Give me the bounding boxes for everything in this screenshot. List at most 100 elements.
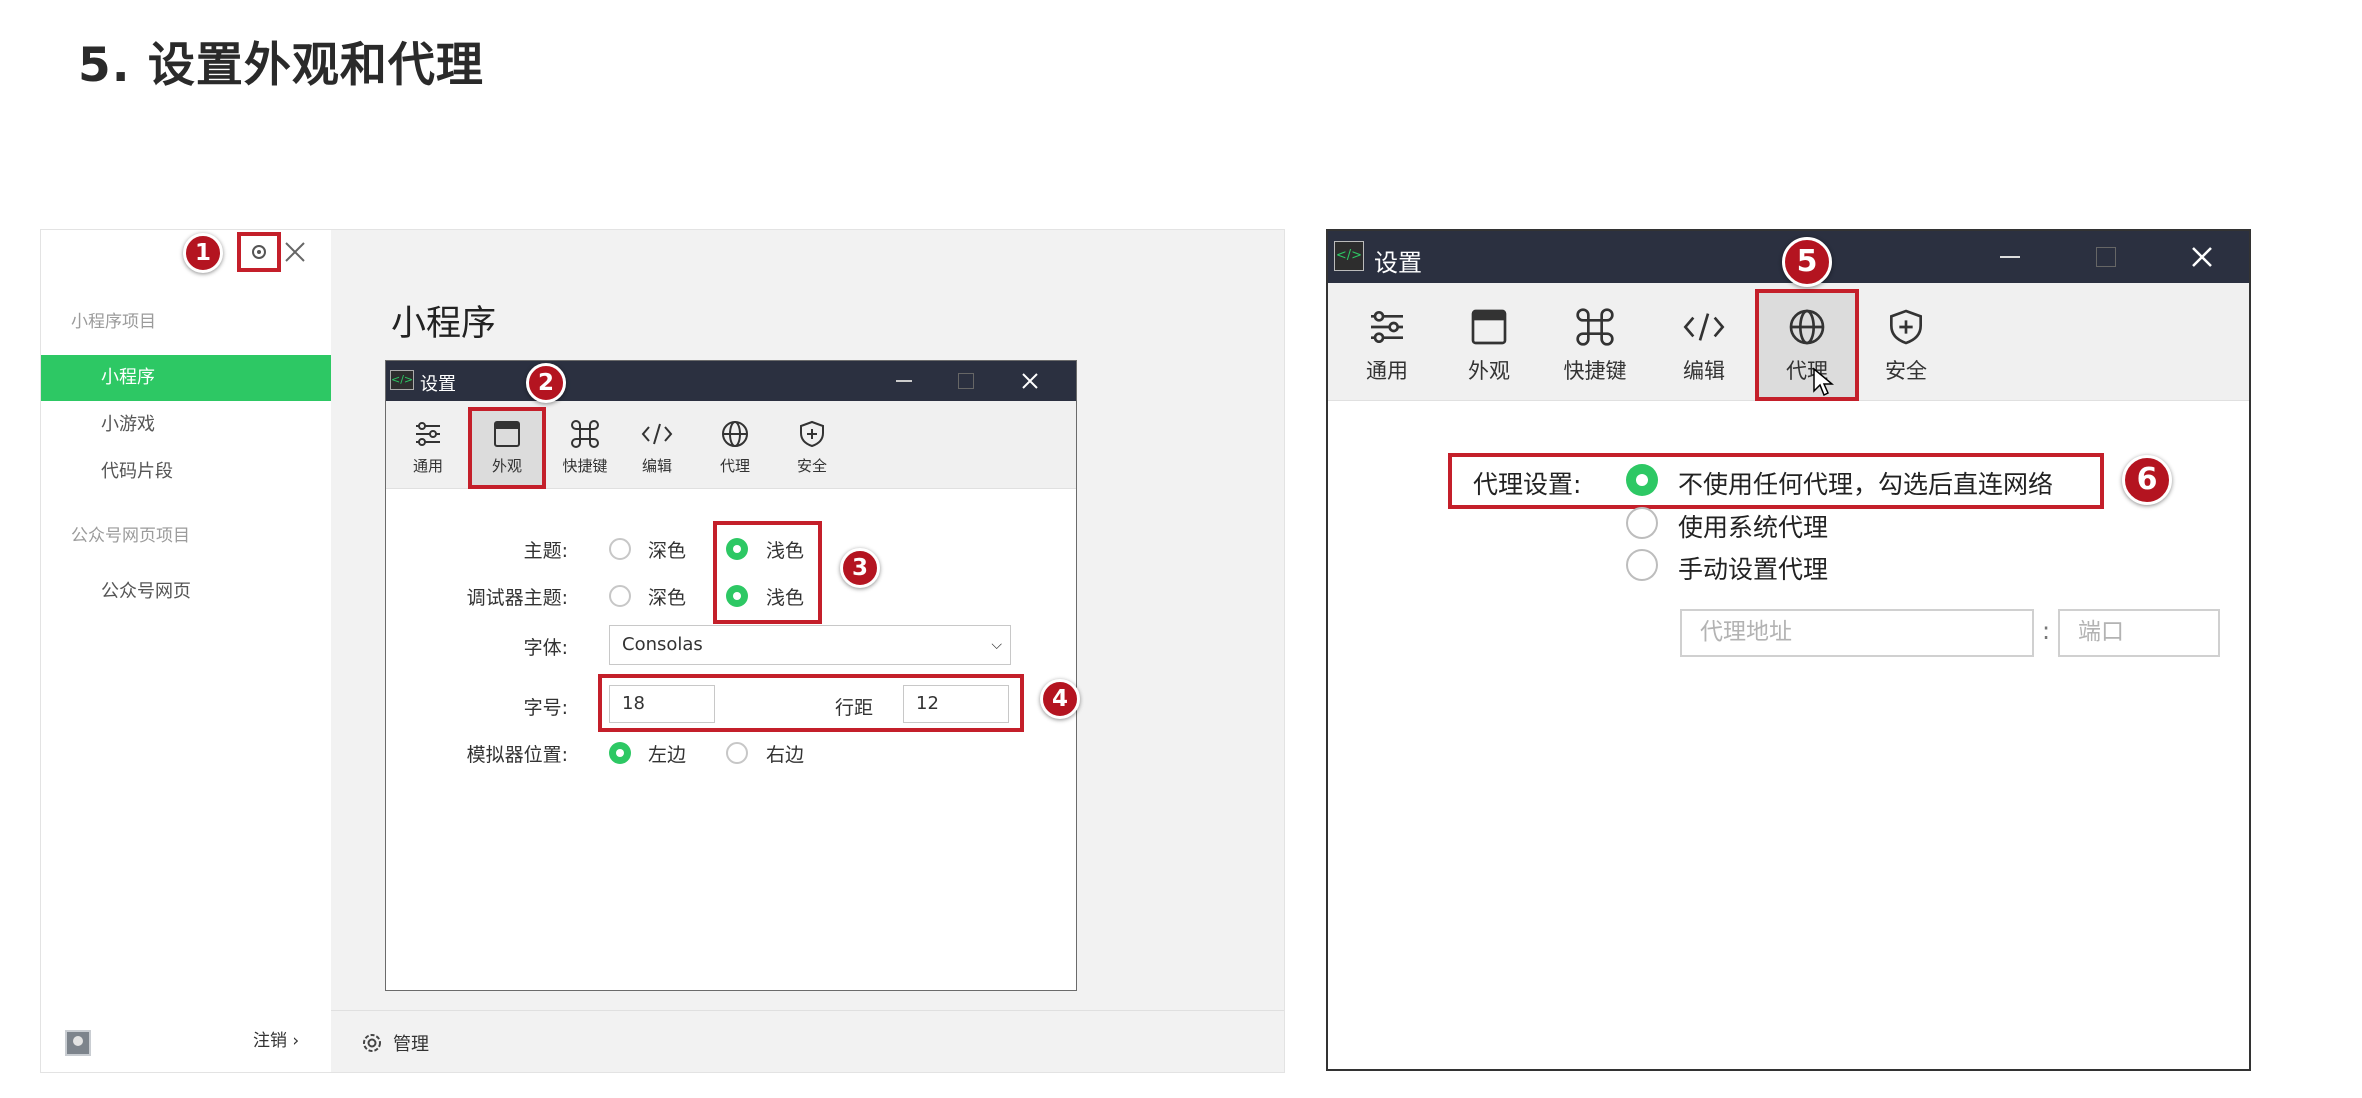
sidebar: 1 小程序项目 小程序 小游戏 代码片段 公众号网页项目 公众号网页 注销 › bbox=[41, 230, 331, 1072]
font-size-label: 字号: bbox=[523, 697, 568, 719]
proxy-port-input[interactable]: 端口 bbox=[2058, 609, 2220, 657]
tab-label: 外观 bbox=[491, 457, 522, 475]
tab-label: 编辑 bbox=[1683, 359, 1725, 383]
tab-general[interactable]: 通用 bbox=[1346, 307, 1428, 385]
globe-icon bbox=[722, 421, 748, 447]
debugger-dark-radio[interactable] bbox=[609, 585, 631, 607]
tab-label: 安全 bbox=[796, 457, 827, 475]
devtools-window: 1 小程序项目 小程序 小游戏 代码片段 公众号网页项目 公众号网页 注销 › … bbox=[40, 229, 1285, 1073]
main-title: 小程序 bbox=[391, 304, 497, 344]
step-badge-2: 2 bbox=[526, 363, 566, 403]
tab-label: 外观 bbox=[1468, 359, 1510, 383]
code-icon bbox=[1683, 313, 1725, 341]
font-label: 字体: bbox=[523, 637, 568, 659]
tab-appearance[interactable]: 外观 bbox=[1448, 307, 1530, 385]
tab-security[interactable]: 安全 bbox=[782, 419, 842, 476]
simulator-left-radio[interactable] bbox=[609, 742, 631, 764]
tab-label: 通用 bbox=[412, 457, 443, 475]
tab-label: 快捷键 bbox=[562, 457, 608, 475]
sidebar-item-miniprogram[interactable]: 小程序 bbox=[41, 355, 331, 401]
tab-label: 通用 bbox=[1366, 359, 1408, 383]
settings-toolbar: 通用 外观 快捷键 编辑 代理 安全 bbox=[1328, 283, 2249, 401]
window-icon bbox=[494, 421, 520, 447]
step-badge-3: 3 bbox=[840, 548, 880, 588]
theme-label: 主题: bbox=[523, 540, 568, 562]
settings-dialog: </> 设置 通用 外观 快捷键 编辑 代理 安全 2 主题: 深色 浅色 调试… bbox=[385, 360, 1080, 991]
system-proxy-radio[interactable] bbox=[1626, 507, 1658, 539]
avatar[interactable] bbox=[65, 1030, 91, 1056]
manage-link[interactable]: 管理 bbox=[393, 1030, 429, 1056]
window-icon bbox=[1471, 309, 1507, 345]
close-icon[interactable] bbox=[1020, 371, 1040, 391]
gear-icon[interactable] bbox=[249, 242, 269, 262]
sidebar-item-official-account-web[interactable]: 公众号网页 bbox=[41, 569, 331, 615]
page-heading: 5. 设置外观和代理 bbox=[78, 38, 484, 93]
step-badge-5: 5 bbox=[1782, 237, 1832, 287]
app-logo-icon: </> bbox=[1334, 241, 1364, 271]
no-proxy-radio[interactable] bbox=[1626, 464, 1658, 496]
cursor-icon bbox=[1812, 367, 1835, 397]
debugger-dark-label: 深色 bbox=[648, 587, 687, 609]
tab-proxy[interactable]: 代理 bbox=[705, 419, 765, 476]
footer-divider bbox=[331, 1010, 1284, 1011]
chevron-down-icon: ⌵ bbox=[991, 637, 1002, 653]
command-key-icon bbox=[1576, 308, 1614, 346]
tab-proxy[interactable]: 代理 bbox=[1766, 307, 1848, 385]
tab-general[interactable]: 通用 bbox=[398, 419, 458, 476]
tab-label: 编辑 bbox=[641, 457, 672, 475]
step-badge-1: 1 bbox=[183, 233, 223, 273]
section-miniprogram-projects: 小程序项目 bbox=[71, 312, 156, 332]
theme-dark-label: 深色 bbox=[648, 540, 687, 562]
tab-label: 代理 bbox=[1786, 359, 1828, 383]
section-official-account-projects: 公众号网页项目 bbox=[71, 526, 190, 546]
tab-label: 快捷键 bbox=[1563, 359, 1627, 383]
colon-separator: : bbox=[2042, 617, 2051, 645]
tab-label: 代理 bbox=[719, 457, 750, 475]
sliders-icon bbox=[416, 422, 440, 446]
tab-appearance[interactable]: 外观 bbox=[477, 419, 537, 476]
code-icon bbox=[641, 423, 673, 445]
theme-dark-radio[interactable] bbox=[609, 538, 631, 560]
minimize-button[interactable] bbox=[2000, 256, 2020, 258]
dialog-title: 设置 bbox=[1374, 249, 1422, 277]
app-logo-icon: </> bbox=[390, 370, 414, 390]
sidebar-item-code-snippet[interactable]: 代码片段 bbox=[41, 449, 331, 495]
tab-security[interactable]: 安全 bbox=[1865, 307, 1947, 385]
close-icon[interactable] bbox=[2190, 245, 2214, 269]
manual-proxy-radio[interactable] bbox=[1626, 549, 1658, 581]
simulator-left-label: 左边 bbox=[648, 744, 687, 766]
command-key-icon bbox=[571, 420, 599, 448]
globe-icon bbox=[1789, 309, 1825, 345]
simulator-right-radio[interactable] bbox=[726, 742, 748, 764]
manual-proxy-label: 手动设置代理 bbox=[1678, 555, 1829, 584]
font-select-value: Consolas bbox=[622, 634, 703, 655]
theme-highlight bbox=[713, 521, 822, 624]
tab-editor[interactable]: 编辑 bbox=[627, 419, 687, 476]
step-badge-6: 6 bbox=[2122, 455, 2172, 505]
step-badge-4: 4 bbox=[1040, 679, 1080, 719]
system-proxy-label: 使用系统代理 bbox=[1678, 513, 1829, 542]
shield-icon bbox=[800, 420, 824, 448]
logout-link[interactable]: 注销 › bbox=[253, 1026, 299, 1051]
tab-label: 安全 bbox=[1885, 359, 1927, 383]
minimize-button[interactable] bbox=[896, 380, 912, 382]
tab-shortcuts[interactable]: 快捷键 bbox=[1545, 307, 1645, 385]
close-icon[interactable] bbox=[284, 241, 306, 263]
tab-shortcuts[interactable]: 快捷键 bbox=[549, 419, 621, 476]
sliders-icon bbox=[1371, 311, 1403, 343]
shield-icon bbox=[1890, 309, 1922, 345]
maximize-button[interactable] bbox=[2096, 247, 2116, 267]
logout-label: 注销 bbox=[253, 1031, 287, 1051]
proxy-settings-label: 代理设置: bbox=[1473, 470, 1582, 499]
sidebar-item-minigame[interactable]: 小游戏 bbox=[41, 402, 331, 448]
proxy-address-input[interactable]: 代理地址 bbox=[1680, 609, 2034, 657]
gear-icon[interactable] bbox=[359, 1030, 385, 1056]
settings-toolbar: 通用 外观 快捷键 编辑 代理 安全 2 bbox=[386, 363, 1076, 489]
dialog-titlebar: </> 设置 bbox=[386, 361, 1076, 401]
font-size-highlight bbox=[598, 674, 1024, 732]
simulator-right-label: 右边 bbox=[766, 744, 805, 766]
tab-editor[interactable]: 编辑 bbox=[1663, 307, 1745, 385]
font-select[interactable]: Consolas ⌵ bbox=[609, 625, 1011, 665]
maximize-button[interactable] bbox=[958, 373, 974, 389]
no-proxy-label: 不使用任何代理，勾选后直连网络 bbox=[1678, 470, 2054, 499]
